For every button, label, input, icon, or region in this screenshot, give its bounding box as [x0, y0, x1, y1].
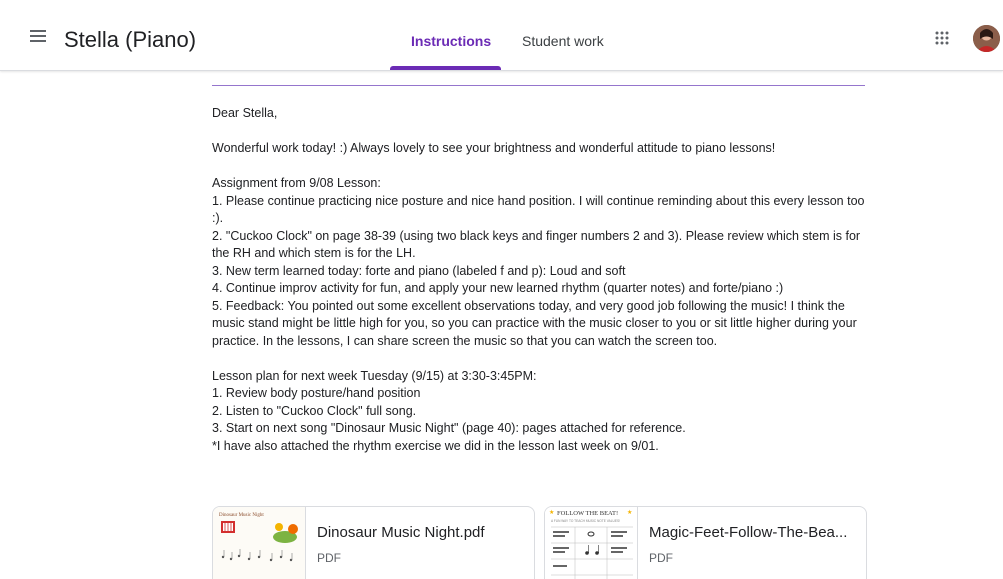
attachment-card[interactable]: ★ FOLLOW THE BEAT! ★ A FUN WAY TO TEACH … [544, 506, 867, 579]
greeting: Dear Stella, [212, 106, 278, 120]
attachment-card[interactable]: Dinosaur Music Night Dinosaur Music Nigh… [212, 506, 535, 579]
assignment-item: 5. Feedback: You pointed out some excell… [212, 298, 857, 348]
intro-text: Wonderful work today! :) Always lovely t… [212, 141, 776, 155]
thumbnail-heading: FOLLOW THE BEAT! [557, 510, 618, 517]
svg-text:★: ★ [627, 509, 632, 516]
attachment-type: PDF [649, 551, 673, 565]
plan-item: 1. Review body posture/hand position [212, 386, 421, 400]
instructions-body: Dear Stella, Wonderful work today! :) Al… [212, 105, 872, 455]
avatar[interactable] [973, 25, 1000, 52]
assignment-item: 1. Please continue practicing nice postu… [212, 193, 865, 226]
apps-grid-icon[interactable] [935, 31, 949, 45]
plan-heading: Lesson plan for next week Tuesday (9/15)… [212, 368, 537, 383]
thumbnail-subheading: A FUN WAY TO TEACH MUSIC NOTE VALUES! [551, 519, 620, 523]
active-tab-indicator [390, 66, 501, 70]
pdf-thumbnail: Dinosaur Music Night [213, 507, 306, 579]
page-title: Stella (Piano) [64, 27, 197, 52]
plan-item: 2. Listen to "Cuckoo Clock" full song. [212, 403, 417, 418]
thumbnail-heading: Dinosaur Music Night [219, 513, 264, 518]
pdf-thumbnail: ★ FOLLOW THE BEAT! ★ A FUN WAY TO TEACH … [545, 507, 638, 579]
attachment-title[interactable]: Dinosaur Music Night.pdf [317, 524, 517, 541]
plan-item: *I have also attached the rhythm exercis… [212, 438, 659, 453]
svg-text:★: ★ [549, 509, 554, 516]
content-divider [212, 85, 865, 86]
assignment-item: 2. "Cuckoo Clock" on page 38-39 (using t… [212, 228, 861, 261]
assignment-heading: Assignment from 9/08 Lesson: [212, 176, 381, 190]
tab-student-work[interactable]: Student work [522, 33, 604, 49]
assignment-item: 4. Continue improv activity for fun, and… [212, 281, 784, 295]
attachment-title[interactable]: Magic-Feet-Follow-The-Bea... [649, 524, 849, 541]
menu-icon[interactable] [30, 30, 46, 42]
plan-item: 3. Start on next song "Dinosaur Music Ni… [212, 421, 686, 435]
tab-instructions[interactable]: Instructions [411, 33, 491, 49]
assignment-item: 3. New term learned today: forte and pia… [212, 263, 626, 278]
top-app-bar: Stella (Piano) Instructions Student work [0, 0, 1003, 71]
attachment-type: PDF [317, 551, 341, 565]
